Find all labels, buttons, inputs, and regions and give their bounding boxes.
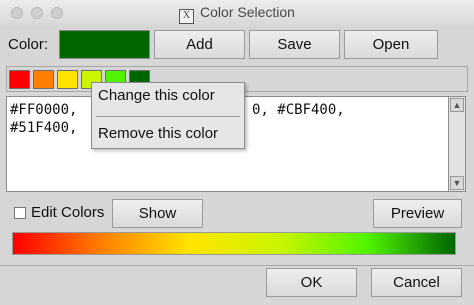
color-swatch[interactable] bbox=[33, 70, 54, 89]
preview-button[interactable]: Preview bbox=[373, 199, 462, 228]
menu-item-change-color[interactable]: Change this color bbox=[98, 87, 215, 104]
current-color-preview[interactable] bbox=[59, 30, 150, 59]
window-title: Color Selection bbox=[200, 4, 295, 20]
dialog-content: Color: Add Save Open #FF0000, 0, #CBF400… bbox=[0, 26, 474, 305]
color-list-line1: #FF0000, bbox=[10, 102, 78, 118]
cancel-button[interactable]: Cancel bbox=[371, 268, 462, 297]
color-swatch[interactable] bbox=[9, 70, 30, 89]
show-button[interactable]: Show bbox=[112, 199, 203, 228]
add-button[interactable]: Add bbox=[154, 30, 245, 59]
color-list-line2: #51F400, bbox=[10, 120, 78, 136]
vertical-scrollbar[interactable]: ▲ ▼ bbox=[449, 96, 466, 192]
x11-icon: X bbox=[179, 9, 195, 24]
color-label: Color: bbox=[8, 36, 49, 53]
window-title-area: X Color Selection bbox=[0, 4, 474, 24]
gradient-preview bbox=[12, 232, 456, 255]
menu-separator bbox=[96, 116, 240, 117]
color-selection-window: X Color Selection Color: Add Save Open #F… bbox=[0, 0, 474, 305]
footer-divider bbox=[0, 265, 474, 266]
edit-colors-label: Edit Colors bbox=[31, 204, 105, 221]
color-list-line1-tail: 0, #CBF400, bbox=[252, 102, 345, 118]
menu-item-remove-color[interactable]: Remove this color bbox=[98, 125, 218, 142]
scroll-down-arrow-icon[interactable]: ▼ bbox=[450, 176, 464, 190]
ok-button[interactable]: OK bbox=[266, 268, 357, 297]
edit-colors-checkbox[interactable] bbox=[14, 207, 26, 219]
save-button[interactable]: Save bbox=[249, 30, 340, 59]
context-menu: Change this color Remove this color bbox=[91, 82, 245, 149]
title-bar: X Color Selection bbox=[0, 0, 474, 27]
color-swatch[interactable] bbox=[57, 70, 78, 89]
open-button[interactable]: Open bbox=[344, 30, 438, 59]
scroll-up-arrow-icon[interactable]: ▲ bbox=[450, 98, 464, 112]
